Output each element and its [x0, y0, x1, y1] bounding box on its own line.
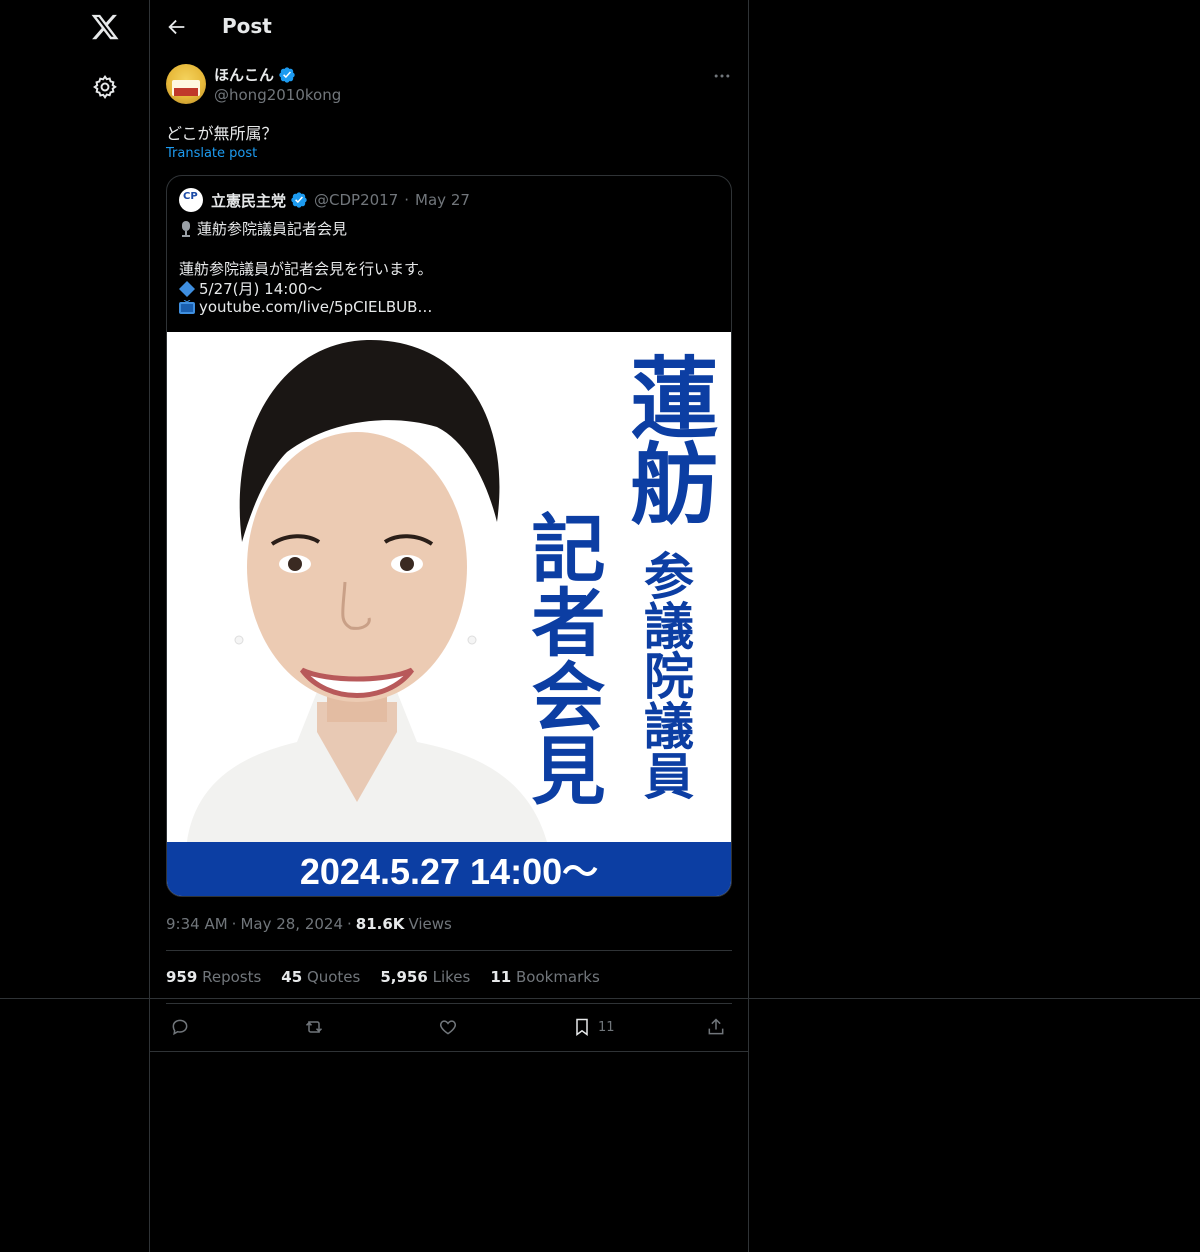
- quote-line: 蓮舫参院議員記者会見: [179, 218, 347, 239]
- reposts-count: 959: [166, 968, 198, 986]
- likes-stat[interactable]: 5,956 Likes: [380, 968, 470, 986]
- bookmark-icon: [576, 1018, 588, 1036]
- translate-post-link[interactable]: Translate post: [166, 146, 257, 161]
- engagement-stats: 959 Reposts 45 Quotes 5,956 Likes 11 Boo…: [166, 968, 600, 986]
- reposts-label: Reposts: [202, 968, 262, 986]
- repost-button[interactable]: [304, 1016, 324, 1038]
- quote-link[interactable]: youtube.com/live/5pCIELBUB…: [199, 298, 432, 316]
- share-icon: [708, 1018, 724, 1035]
- likes-label: Likes: [432, 968, 471, 986]
- quote-date: May 27: [415, 191, 470, 209]
- verified-badge-icon: [279, 66, 295, 83]
- reply-icon: [172, 1019, 188, 1036]
- more-options-icon[interactable]: [712, 66, 732, 86]
- quote-text-line3: 5/27(月) 14:00〜: [199, 280, 323, 298]
- like-button[interactable]: [438, 1016, 458, 1038]
- post-date[interactable]: May 28, 2024: [240, 915, 343, 933]
- views-count: 81.6K: [355, 915, 405, 933]
- action-bar: 11: [166, 1012, 732, 1042]
- bookmark-count: 11: [598, 1019, 615, 1035]
- image-title-event: 記者会見: [519, 510, 605, 806]
- quotes-stat[interactable]: 45 Quotes: [281, 968, 360, 986]
- quote-avatar: CP: [179, 188, 203, 212]
- separator-dot: ·: [231, 915, 237, 933]
- separator-dot: ·: [347, 915, 352, 933]
- quote-text-line1: 蓮舫参院議員記者会見: [197, 220, 348, 238]
- quotes-label: Quotes: [306, 968, 361, 986]
- image-date-banner: 2024.5.27 14:00〜: [167, 842, 731, 896]
- author-name-row: ほんこん: [214, 64, 296, 85]
- quote-line: 蓮舫参院議員が記者会見を行います。: [179, 258, 433, 279]
- bookmark-button[interactable]: 11: [572, 1016, 615, 1038]
- x-logo-icon[interactable]: [90, 12, 120, 42]
- quoted-post[interactable]: CP 立憲民主党 @CDP2017 · May 27 蓮舫参院議員記者会見 蓮舫…: [166, 175, 732, 897]
- quote-text-line2: 蓮舫参院議員が記者会見を行います。: [179, 260, 433, 278]
- left-nav: [0, 0, 150, 1252]
- back-arrow-icon[interactable]: [166, 16, 188, 38]
- bookmarks-count: 11: [490, 968, 512, 986]
- gear-icon[interactable]: [92, 74, 118, 100]
- views-label: Views: [408, 915, 452, 933]
- quote-author-name: 立憲民主党: [211, 191, 287, 210]
- page-title: Post: [222, 14, 272, 38]
- quote-line: 5/27(月) 14:00〜: [179, 278, 322, 299]
- quote-author-handle: @CDP2017: [314, 191, 399, 209]
- likes-count: 5,956: [380, 968, 428, 986]
- image-title-name: 蓮舫: [616, 352, 719, 524]
- verified-badge-icon: [291, 192, 307, 208]
- reply-button[interactable]: [170, 1016, 190, 1038]
- author-handle[interactable]: @hong2010kong: [214, 86, 341, 104]
- reposts-stat[interactable]: 959 Reposts: [166, 968, 261, 986]
- repost-icon: [305, 1021, 323, 1033]
- portrait-photo: [167, 332, 547, 842]
- divider: [166, 950, 732, 951]
- author-name[interactable]: ほんこん: [214, 64, 274, 85]
- image-title-role: 参議院議員: [636, 550, 694, 800]
- quotes-count: 45: [281, 968, 303, 986]
- post-meta: 9:34 AM · May 28, 2024 · 81.6K Views: [166, 915, 452, 933]
- bookmarks-label: Bookmarks: [515, 968, 600, 986]
- microphone-icon: [182, 220, 190, 237]
- quote-line: youtube.com/live/5pCIELBUB…: [179, 298, 432, 316]
- share-button[interactable]: [706, 1016, 726, 1038]
- bookmarks-stat[interactable]: 11 Bookmarks: [490, 968, 599, 986]
- main-column: Post ほんこん @hong2010kong どこが無所属？ Translat…: [149, 0, 749, 1252]
- topbar: Post: [150, 0, 748, 54]
- author-avatar[interactable]: [166, 64, 206, 104]
- post-text: どこが無所属？: [166, 124, 278, 143]
- heart-icon: [439, 1020, 457, 1035]
- blue-diamond-icon: [179, 280, 195, 297]
- quote-image[interactable]: 蓮舫 参議院議員 記者会見 2024.5.27 14:00〜: [167, 332, 731, 896]
- quote-header: CP 立憲民主党 @CDP2017 · May 27: [179, 188, 470, 212]
- divider: [166, 1003, 732, 1004]
- separator-dot: ·: [404, 191, 410, 209]
- divider: [150, 1051, 748, 1052]
- television-icon: [179, 300, 195, 314]
- post-time[interactable]: 9:34 AM: [166, 915, 228, 933]
